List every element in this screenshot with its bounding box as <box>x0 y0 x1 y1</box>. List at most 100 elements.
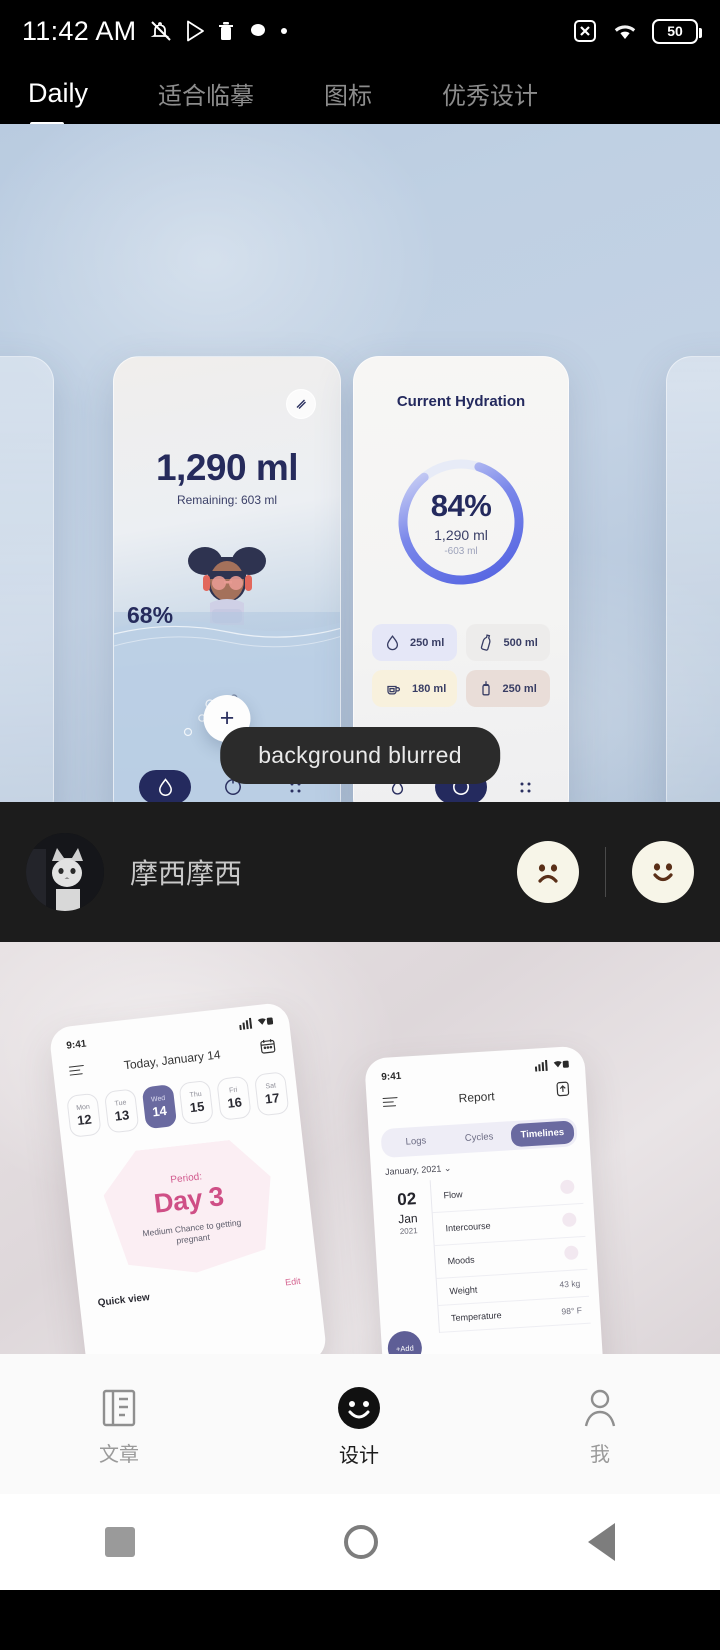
mock-b-title: Report <box>458 1088 496 1105</box>
intake-percent-label: 68% <box>127 602 174 628</box>
day-chip-mon[interactable]: Mon 12 <box>66 1092 102 1138</box>
home-button[interactable] <box>344 1525 379 1559</box>
ring-center-readout: 84% 1,290 ml -603 ml <box>391 452 531 592</box>
hydration-showcase-image[interactable]: 1,290 ml Remaining: 603 ml 68% + Current… <box>0 124 720 802</box>
metric-label: Flow <box>443 1189 463 1201</box>
metric-value: 98° F <box>561 1305 583 1317</box>
nav-design[interactable]: 设计 <box>337 1386 381 1468</box>
day-number: 16 <box>226 1093 243 1111</box>
day-name: Fri <box>228 1086 238 1095</box>
tab-daily[interactable]: Daily <box>28 78 122 126</box>
hamburger-icon[interactable] <box>68 1064 85 1077</box>
segment-timelines[interactable]: Timelines <box>510 1120 575 1148</box>
category-tab-bar[interactable]: Daily 适合临摹 图标 优秀设计 <box>0 62 720 126</box>
mute-icon <box>151 21 172 41</box>
article-icon <box>102 1389 136 1427</box>
no-sim-icon <box>574 20 596 42</box>
nav-articles-label: 文章 <box>99 1444 139 1466</box>
mock-a-time: 9:41 <box>65 1038 87 1052</box>
status-bar-system-icons: 50 <box>572 18 702 44</box>
day-chip-wed[interactable]: Wed 14 <box>141 1084 177 1130</box>
mock-a-status-icons <box>239 1015 274 1033</box>
chevron-down-icon[interactable]: ⌄ <box>444 1163 452 1173</box>
entry-month: Jan <box>397 1211 419 1227</box>
french-press-icon <box>481 681 490 696</box>
quick-add-grid[interactable]: 250 ml 500 ml 180 ml 250 ml <box>372 624 550 707</box>
day-number: 17 <box>264 1089 281 1107</box>
water-drop-icon[interactable] <box>139 770 191 802</box>
metric-label: Temperature <box>450 1310 502 1324</box>
intake-remaining: Remaining: 603 ml <box>176 493 278 507</box>
background-blurred-pill: background blurred <box>220 727 500 784</box>
author-name: 摩西摩西 <box>130 858 243 889</box>
day-chip-thu[interactable]: Thu 15 <box>178 1079 215 1126</box>
author-row[interactable]: 摩西摩西 <box>0 802 720 942</box>
intake-amount: 1,290 ml <box>155 447 299 488</box>
day-name: Tue <box>114 1098 127 1108</box>
hydration-progress-ring: 84% 1,290 ml -603 ml <box>391 452 531 592</box>
quick-add-bottle[interactable]: 500 ml <box>465 624 550 661</box>
quick-add-tea-label: 180 ml <box>412 682 447 695</box>
period-tracker-calendar-mock[interactable]: 9:41 Today, January 14 Mon 12 Tue 13 Wed… <box>48 1001 328 1354</box>
metric-value: 43 kg <box>559 1278 581 1290</box>
quick-add-water[interactable]: 250 ml <box>372 624 457 661</box>
hydration-percent: 84% <box>430 487 492 523</box>
quick-add-water-label: 250 ml <box>410 636 445 649</box>
quick-add-tea[interactable]: 180 ml <box>372 670 457 707</box>
edit-link[interactable]: Edit <box>285 1275 302 1287</box>
day-name: Sat <box>265 1081 277 1091</box>
avatar[interactable] <box>26 833 104 911</box>
grid-dots-icon[interactable] <box>505 770 545 802</box>
month-selector-label: January, 2021 <box>384 1163 442 1177</box>
period-tracker-report-mock[interactable]: 9:41 Report Logs Cycles Timelines Januar… <box>364 1045 604 1354</box>
happy-face-reaction[interactable] <box>632 841 694 903</box>
moods-icon <box>563 1245 579 1261</box>
metric-label: Intercourse <box>445 1220 491 1234</box>
intercourse-icon <box>561 1212 577 1228</box>
reaction-group[interactable] <box>517 841 694 903</box>
flow-icon <box>559 1179 575 1195</box>
recents-button[interactable] <box>104 1527 135 1557</box>
mock-a-title: Today, January 14 <box>123 1046 222 1072</box>
tab-excellent-design[interactable]: 优秀设计 <box>442 76 572 111</box>
day-number: 13 <box>113 1106 130 1124</box>
app-bottom-nav[interactable]: 文章 设计 我 <box>0 1354 720 1494</box>
trash-icon <box>219 22 234 40</box>
calendar-icon[interactable] <box>259 1037 277 1060</box>
hydration-remaining: -603 ml <box>444 545 478 557</box>
period-tracker-showcase-image[interactable]: 9:41 Today, January 14 Mon 12 Tue 13 Wed… <box>0 942 720 1354</box>
quick-add-french-press[interactable]: 250 ml <box>465 670 550 707</box>
nav-articles[interactable]: 文章 <box>99 1387 139 1467</box>
segment-cycles[interactable]: Cycles <box>447 1124 512 1151</box>
hydration-amount: 1,290 ml <box>434 526 488 543</box>
mock-b-time: 9:41 <box>380 1070 402 1083</box>
hamburger-icon[interactable] <box>382 1096 399 1108</box>
nav-profile-label: 我 <box>590 1444 610 1466</box>
metric-label: Moods <box>447 1254 475 1267</box>
nav-profile[interactable]: 我 <box>579 1387 621 1467</box>
report-entry: 02 Jan 2021 Flow Intercourse Moods Weigh… <box>372 1170 601 1336</box>
quick-view-label: Quick view <box>97 1292 151 1309</box>
tab-icons[interactable]: 图标 <box>324 76 406 111</box>
water-drop-icon <box>386 634 399 650</box>
partial-card-left <box>0 356 54 802</box>
battery-level: 50 <box>667 23 683 39</box>
day-name: Thu <box>189 1090 203 1099</box>
edit-pencil-icon[interactable] <box>286 389 316 419</box>
tab-practice[interactable]: 适合临摹 <box>158 76 288 111</box>
sad-face-reaction[interactable] <box>517 841 579 903</box>
entry-day: 02 <box>396 1189 417 1210</box>
day-chip-tue[interactable]: Tue 13 <box>103 1088 140 1134</box>
android-system-nav[interactable] <box>0 1494 720 1590</box>
smiley-icon <box>338 1387 380 1429</box>
day-chip-sat[interactable]: Sat 17 <box>253 1071 290 1117</box>
reaction-divider <box>605 847 606 897</box>
day-chip-fri[interactable]: Fri 16 <box>216 1075 252 1121</box>
back-button[interactable] <box>588 1523 616 1561</box>
tea-cup-icon <box>387 685 400 695</box>
bottle-icon <box>480 634 491 651</box>
segment-logs[interactable]: Logs <box>384 1128 449 1155</box>
day-number: 14 <box>151 1102 168 1119</box>
quick-add-bottle-label: 500 ml <box>503 636 538 649</box>
export-icon[interactable] <box>555 1081 571 1103</box>
